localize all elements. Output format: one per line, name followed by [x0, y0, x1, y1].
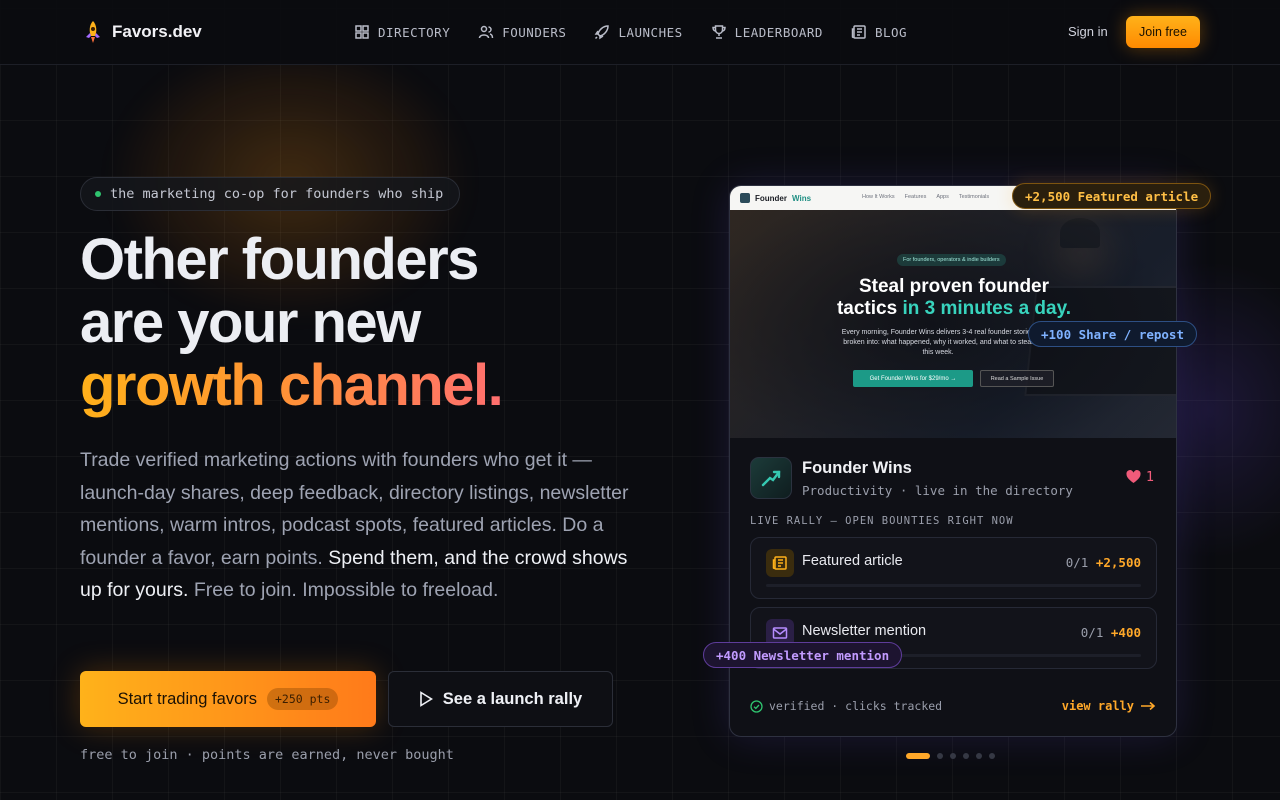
arrow-right-icon [1141, 701, 1156, 711]
bounty-title: Newsletter mention [802, 623, 927, 639]
check-circle-icon [750, 699, 763, 713]
bounty-count: 0/1 +400 [1081, 625, 1141, 640]
bounty-featured-article[interactable]: Featured article 0/1 +2,500 [750, 537, 1157, 599]
start-trading-button[interactable]: Start trading favors +250 pts [80, 671, 376, 727]
screenshot-logo-a: Founder [755, 193, 787, 203]
nav-directory[interactable]: DIRECTORY [354, 24, 450, 40]
bounty-points: +400 [1110, 625, 1141, 640]
see-rally-label: See a launch rally [442, 689, 583, 708]
screenshot-paragraph: Every morning, Founder Wins delivers 3-4… [841, 329, 1035, 356]
product-header: Founder Wins Productivity · live in the … [750, 457, 1158, 501]
featured-article-chip: +2,500 Featured article [1012, 183, 1212, 209]
nav-launches-label: LAUNCHES [618, 24, 683, 40]
description-part-3: Free to join. Impossible to freeload. [193, 579, 499, 601]
share-repost-chip: +100 Share / repost [1028, 321, 1197, 347]
rally-label: LIVE RALLY — OPEN BOUNTIES RIGHT NOW [750, 515, 1014, 527]
headline-line-1: Other founders [80, 227, 479, 292]
newspaper-icon [851, 25, 866, 39]
bounty-title: Featured article [802, 553, 903, 569]
signin-link[interactable]: Sign in [1068, 24, 1108, 39]
screenshot-link: Apps [936, 194, 949, 200]
carousel-dots [906, 753, 995, 759]
screenshot-headline-b: tactics [836, 298, 898, 319]
newspaper-icon [766, 549, 794, 577]
verified-status: verified · clicks tracked [750, 699, 942, 713]
screenshot-secondary-cta: Read a Sample Issue [980, 370, 1054, 387]
screenshot-headline-c: in 3 minutes a day. [902, 298, 1072, 319]
start-trading-label: Start trading favors [117, 689, 257, 708]
screenshot-logo-icon [740, 193, 750, 203]
view-rally-link[interactable]: view rally [1062, 699, 1156, 713]
screenshot-links: How It Works Features Apps Testimonials [862, 194, 989, 200]
bounty-points: +2,500 [1095, 555, 1141, 570]
headline-line-2: are your new [80, 290, 421, 355]
nav-blog-label: BLOG [874, 24, 908, 40]
screenshot-headline-a: Steal proven founder [858, 276, 1050, 297]
product-icon [750, 457, 792, 499]
headline-highlight: growth channel. [80, 353, 504, 418]
rocket-logo-icon [82, 20, 104, 44]
join-free-button[interactable]: Join free [1126, 16, 1200, 48]
brand-logo[interactable]: Favors.dev [82, 20, 202, 44]
rocket-icon [595, 25, 610, 40]
screenshot-logo: Founder Wins [740, 193, 811, 203]
carousel-dot[interactable] [963, 753, 969, 759]
screenshot-logo-b: Wins [792, 193, 812, 203]
hero-description: Trade verified marketing actions with fo… [80, 444, 640, 607]
view-rally-label: view rally [1061, 699, 1134, 713]
trend-up-icon [761, 470, 781, 487]
see-rally-button[interactable]: See a launch rally [388, 671, 613, 727]
nav-founders[interactable]: FOUNDERS [478, 24, 566, 40]
newsletter-mention-chip: +400 Newsletter mention [703, 642, 903, 668]
nav-launches[interactable]: LAUNCHES [594, 24, 682, 40]
nav-directory-label: DIRECTORY [378, 24, 451, 40]
grid-icon [355, 25, 369, 39]
carousel-dot[interactable] [950, 753, 956, 759]
hero-footnote: free to join · points are earned, never … [80, 747, 454, 763]
nav-leaderboard[interactable]: LEADERBOARD [711, 24, 823, 40]
trophy-icon [711, 25, 726, 39]
carousel-dot[interactable] [906, 753, 930, 759]
bounty-progress-count: 0/1 [1080, 625, 1104, 640]
screenshot-chip: For founders, operators & indie builders [897, 254, 1006, 266]
carousel-dot[interactable] [937, 753, 943, 759]
screenshot-link: Testimonials [958, 194, 990, 200]
tagline-pill: the marketing co-op for founders who shi… [80, 177, 461, 211]
points-badge: +250 pts [267, 688, 339, 710]
screenshot-cta: Get Founder Wins for $29/mo → [853, 370, 973, 387]
product-name[interactable]: Founder Wins [802, 459, 912, 478]
nav-founders-label: FOUNDERS [502, 24, 567, 40]
tagline-text: the marketing co-op for founders who shi… [110, 186, 444, 202]
bounty-progress-bar [766, 584, 1141, 587]
top-nav: Favors.dev DIRECTORY FOUNDERS LAUNCHES L… [0, 0, 1280, 65]
status-dot [95, 191, 101, 197]
nav-leaderboard-label: LEADERBOARD [734, 24, 823, 40]
like-count: 1 [1145, 469, 1154, 485]
play-icon [419, 691, 433, 707]
carousel-dot[interactable] [989, 753, 995, 759]
carousel-dot[interactable] [976, 753, 982, 759]
screenshot-headline: Steal proven founder tactics in 3 minute… [730, 276, 1176, 320]
main-nav: DIRECTORY FOUNDERS LAUNCHES LEADERBOARD … [354, 24, 907, 40]
bounty-count: 0/1 +2,500 [1066, 555, 1141, 570]
nav-blog[interactable]: BLOG [851, 24, 907, 40]
verified-text: verified · clicks tracked [769, 699, 943, 713]
hero-headline: Other founders are your new growth chann… [80, 227, 504, 418]
users-icon [478, 25, 494, 39]
screenshot-link: Features [904, 194, 927, 200]
product-meta: Productivity · live in the directory [802, 483, 1073, 498]
product-screenshot[interactable]: Founder Wins How It Works Features Apps T… [730, 186, 1176, 438]
brand-name: Favors.dev [112, 22, 202, 41]
bounty-progress-count: 0/1 [1065, 555, 1089, 570]
heart-icon [1126, 470, 1141, 483]
screenshot-link: How It Works [862, 194, 895, 200]
like-button[interactable]: 1 [1126, 469, 1154, 485]
